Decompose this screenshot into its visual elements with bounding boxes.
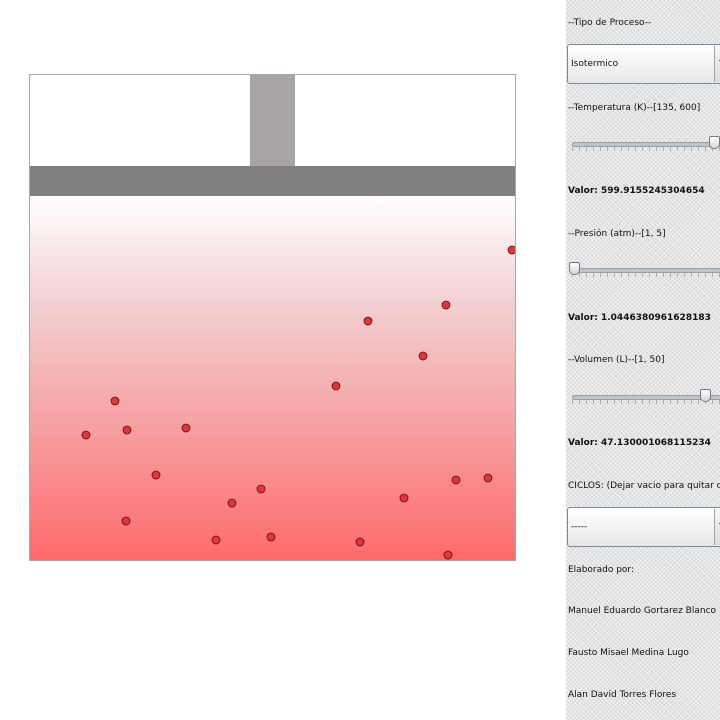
- pressure-slider[interactable]: [568, 262, 720, 278]
- process-type-label: --Tipo de Proceso--: [568, 18, 652, 28]
- gas-particle: [483, 473, 493, 483]
- author-name: Manuel Eduardo Gortarez Blanco: [568, 606, 717, 616]
- temperature-value: Valor: 599.9155245304654: [568, 186, 705, 196]
- process-type-select[interactable]: Isotermico ▼: [567, 44, 720, 84]
- volume-slider-ticks: [572, 400, 720, 404]
- gas-particle: [227, 498, 237, 508]
- temperature-label: --Temperatura (K)--[135, 600]: [568, 103, 701, 113]
- temperature-slider[interactable]: [572, 136, 720, 152]
- volume-slider-thumb[interactable]: [700, 389, 712, 402]
- pressure-label: --Presión (atm)--[1, 5]: [568, 229, 666, 239]
- gas-particle: [418, 351, 428, 361]
- gas-particle: [451, 475, 461, 485]
- gas-particle: [121, 516, 131, 526]
- simulation-canvas: [29, 74, 516, 561]
- cycles-value: -----: [571, 522, 588, 532]
- gas-particle: [266, 532, 276, 542]
- process-type-dropdown-button[interactable]: ▼: [714, 46, 720, 82]
- gas-particle: [256, 484, 266, 494]
- gas-particle: [181, 423, 191, 433]
- control-panel: --Tipo de Proceso-- Isotermico ▼ --Tempe…: [566, 0, 720, 720]
- gas-particle: [211, 535, 221, 545]
- gas-particle: [151, 470, 161, 480]
- volume-value: Valor: 47.130001068115234: [568, 438, 711, 448]
- gas-particle: [331, 381, 341, 391]
- pressure-slider-ticks: [572, 273, 720, 277]
- author-name: Alan David Torres Flores: [568, 690, 677, 700]
- cycles-label: CICLOS: (Dejar vacio para quitar ciclos): [568, 481, 720, 491]
- gas-particle: [441, 300, 451, 310]
- particle-layer: [81, 245, 515, 560]
- gas-particle: [355, 537, 365, 547]
- cycles-select[interactable]: ----- ▼: [567, 507, 720, 547]
- volume-label: --Volumen (L)--[1, 50]: [568, 355, 665, 365]
- pressure-slider-thumb[interactable]: [568, 262, 580, 275]
- temperature-slider-ticks: [572, 147, 720, 151]
- volume-slider[interactable]: [572, 389, 720, 405]
- temperature-slider-thumb[interactable]: [708, 136, 720, 149]
- gas-particle: [363, 316, 373, 326]
- credits-label: Elaborado por:: [568, 565, 635, 575]
- gas-particle: [443, 550, 453, 560]
- gas-particle: [81, 430, 91, 440]
- gas-particle: [122, 425, 132, 435]
- gas-particle: [399, 493, 409, 503]
- author-name: Fausto Misael Medina Lugo: [568, 648, 689, 658]
- gas-particle: [110, 396, 120, 406]
- pressure-value: Valor: 1.0446380961628183: [568, 313, 711, 323]
- gas-particle: [507, 245, 515, 255]
- cycles-dropdown-button[interactable]: ▼: [714, 509, 720, 545]
- process-type-value: Isotermico: [571, 59, 619, 69]
